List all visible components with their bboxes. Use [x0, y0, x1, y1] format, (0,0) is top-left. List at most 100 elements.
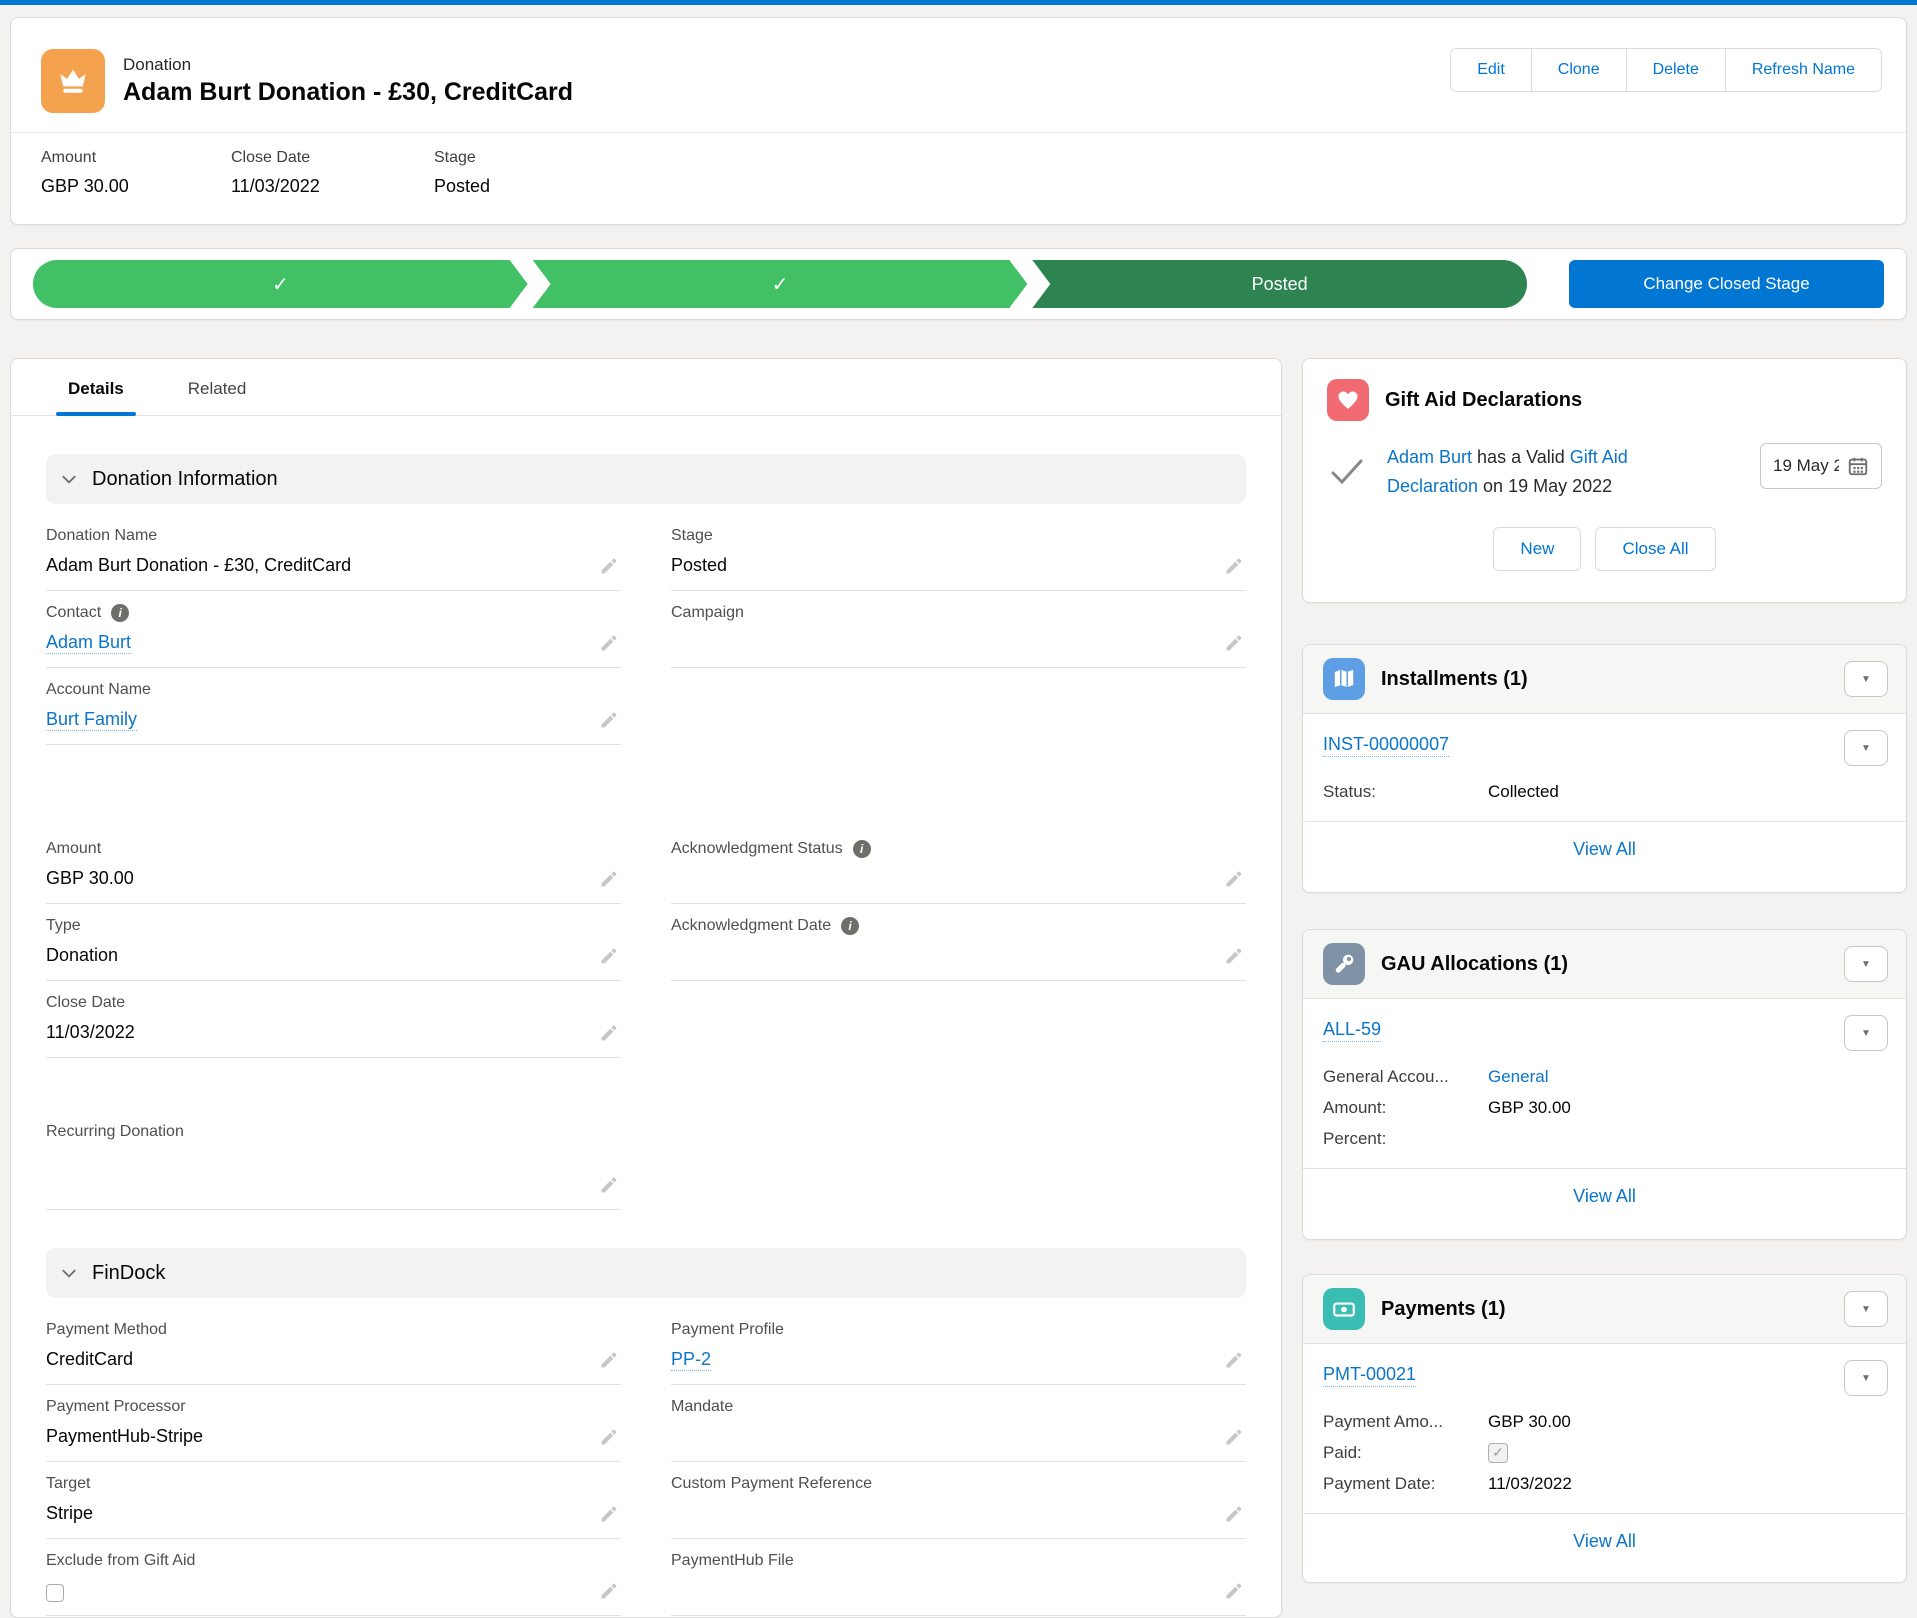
payment-amount-label: Payment Amo...	[1323, 1412, 1488, 1432]
delete-button[interactable]: Delete	[1626, 49, 1725, 91]
info-icon[interactable]	[841, 917, 859, 935]
tab-details[interactable]: Details	[56, 379, 136, 415]
status-value: Collected	[1488, 782, 1559, 802]
edit-pencil-icon[interactable]	[599, 946, 619, 966]
edit-pencil-icon[interactable]	[599, 1427, 619, 1447]
edit-pencil-icon[interactable]	[1224, 946, 1244, 966]
edit-button[interactable]: Edit	[1451, 49, 1531, 91]
gift-aid-declarations-card: Gift Aid Declarations Adam Burt has a Va…	[1302, 358, 1907, 603]
path-stage-1-complete[interactable]: ✓	[33, 260, 528, 308]
field-campaign: Campaign	[671, 591, 1246, 668]
acknowledgment-date-label: Acknowledgment Date	[671, 917, 831, 935]
payment-date-label: Payment Date:	[1323, 1474, 1488, 1494]
custom-payment-reference-label: Custom Payment Reference	[671, 1475, 1212, 1493]
tab-related[interactable]: Related	[176, 379, 259, 415]
chevron-down-icon: ▼	[1861, 959, 1871, 970]
change-closed-stage-button[interactable]: Change Closed Stage	[1569, 260, 1884, 308]
edit-pencil-icon[interactable]	[599, 869, 619, 889]
edit-pencil-icon[interactable]	[599, 1175, 619, 1195]
summary-field-amount: Amount GBP 30.00	[41, 149, 231, 197]
edit-pencil-icon[interactable]	[1224, 1427, 1244, 1447]
section-title: Donation Information	[92, 468, 278, 491]
edit-pencil-icon[interactable]	[1224, 869, 1244, 889]
payment-profile-link[interactable]: PP-2	[671, 1349, 711, 1371]
payments-card-menu-button[interactable]: ▼	[1844, 1291, 1888, 1327]
edit-pencil-icon[interactable]	[1224, 1581, 1244, 1601]
mandate-label: Mandate	[671, 1398, 1212, 1416]
contact-label: Contact	[46, 604, 101, 622]
close-all-button[interactable]: Close All	[1595, 527, 1715, 571]
path-stage-2-complete[interactable]: ✓	[533, 260, 1028, 308]
gau-view-all-link[interactable]: View All	[1573, 1186, 1636, 1206]
edit-pencil-icon[interactable]	[599, 633, 619, 653]
field-empty	[671, 668, 1246, 745]
paid-label: Paid:	[1323, 1443, 1488, 1463]
edit-pencil-icon[interactable]	[599, 556, 619, 576]
record-header-card: Donation Adam Burt Donation - £30, Credi…	[10, 17, 1907, 225]
amount-label: Amount:	[1323, 1098, 1488, 1118]
section-donation-information[interactable]: Donation Information	[46, 454, 1246, 504]
gau-record-link[interactable]: ALL-59	[1323, 1019, 1381, 1042]
edit-pencil-icon[interactable]	[1224, 633, 1244, 653]
contact-link[interactable]: Adam Burt	[46, 632, 131, 654]
path-stage-posted-current[interactable]: Posted	[1032, 260, 1527, 308]
field-paymenthub-file: PaymentHub File	[671, 1539, 1246, 1616]
stage-label: Stage	[671, 527, 1212, 545]
general-account-link[interactable]: General	[1488, 1067, 1548, 1087]
gift-aid-contact-link[interactable]: Adam Burt	[1387, 447, 1472, 467]
mandate-value	[671, 1426, 1212, 1449]
edit-pencil-icon[interactable]	[1224, 1504, 1244, 1524]
field-donation-name: Donation Name Adam Burt Donation - £30, …	[46, 514, 621, 591]
edit-pencil-icon[interactable]	[599, 1350, 619, 1370]
edit-pencil-icon[interactable]	[599, 1581, 619, 1601]
account-name-link[interactable]: Burt Family	[46, 709, 137, 731]
summary-field-stage: Stage Posted	[434, 149, 490, 197]
wrench-icon	[1323, 943, 1365, 985]
chevron-down-icon: ▼	[1861, 1304, 1871, 1315]
gift-aid-title: Gift Aid Declarations	[1385, 389, 1882, 412]
type-value: Donation	[46, 945, 587, 968]
summary-stage-value: Posted	[434, 176, 490, 197]
payment-record-link[interactable]: PMT-00021	[1323, 1364, 1416, 1387]
installments-card: Installments (1) ▼ INST-00000007 ▼ Statu…	[1302, 644, 1907, 893]
gau-row-menu-button[interactable]: ▼	[1844, 1015, 1888, 1051]
edit-pencil-icon[interactable]	[599, 1023, 619, 1043]
gift-aid-statement-text: has a Valid	[1472, 447, 1570, 467]
acknowledgment-date-value	[671, 945, 1212, 968]
gift-aid-date-input[interactable]: 19 May 2022	[1760, 443, 1882, 489]
stage-complete-check-icon: ✓	[772, 272, 789, 297]
info-icon[interactable]	[111, 604, 129, 622]
sales-path-card: ✓ ✓ Posted Change Closed Stage	[10, 248, 1907, 320]
summary-close-date-value: 11/03/2022	[231, 176, 434, 197]
refresh-name-button[interactable]: Refresh Name	[1725, 49, 1881, 91]
edit-pencil-icon[interactable]	[1224, 556, 1244, 576]
chevron-down-icon: ▼	[1861, 1373, 1871, 1384]
payment-row-menu-button[interactable]: ▼	[1844, 1360, 1888, 1396]
info-icon[interactable]	[853, 840, 871, 858]
field-payment-method: Payment Method CreditCard	[46, 1308, 621, 1385]
gau-allocations-card: GAU Allocations (1) ▼ ALL-59 ▼ General A…	[1302, 929, 1907, 1240]
type-label: Type	[46, 917, 587, 935]
installment-record-link[interactable]: INST-00000007	[1323, 734, 1449, 757]
edit-pencil-icon[interactable]	[599, 1504, 619, 1524]
installments-view-all-link[interactable]: View All	[1573, 839, 1636, 859]
field-mandate: Mandate	[671, 1385, 1246, 1462]
new-button[interactable]: New	[1493, 527, 1581, 571]
edit-pencil-icon[interactable]	[599, 710, 619, 730]
field-exclude-from-gift-aid: Exclude from Gift Aid	[46, 1539, 621, 1616]
clone-button[interactable]: Clone	[1531, 49, 1626, 91]
valid-check-icon	[1329, 457, 1365, 492]
edit-pencil-icon[interactable]	[1224, 1350, 1244, 1370]
field-type: Type Donation	[46, 904, 621, 981]
campaign-label: Campaign	[671, 604, 1212, 622]
field-empty	[671, 1110, 1246, 1210]
target-value: Stripe	[46, 1503, 587, 1526]
exclude-from-gift-aid-checkbox[interactable]	[46, 1584, 64, 1602]
gau-card-menu-button[interactable]: ▼	[1844, 946, 1888, 982]
section-findock[interactable]: FinDock	[46, 1248, 1246, 1298]
installment-row-menu-button[interactable]: ▼	[1844, 730, 1888, 766]
summary-amount-label: Amount	[41, 149, 231, 167]
installments-map-icon	[1323, 658, 1365, 700]
installments-card-menu-button[interactable]: ▼	[1844, 661, 1888, 697]
payments-view-all-link[interactable]: View All	[1573, 1531, 1636, 1551]
